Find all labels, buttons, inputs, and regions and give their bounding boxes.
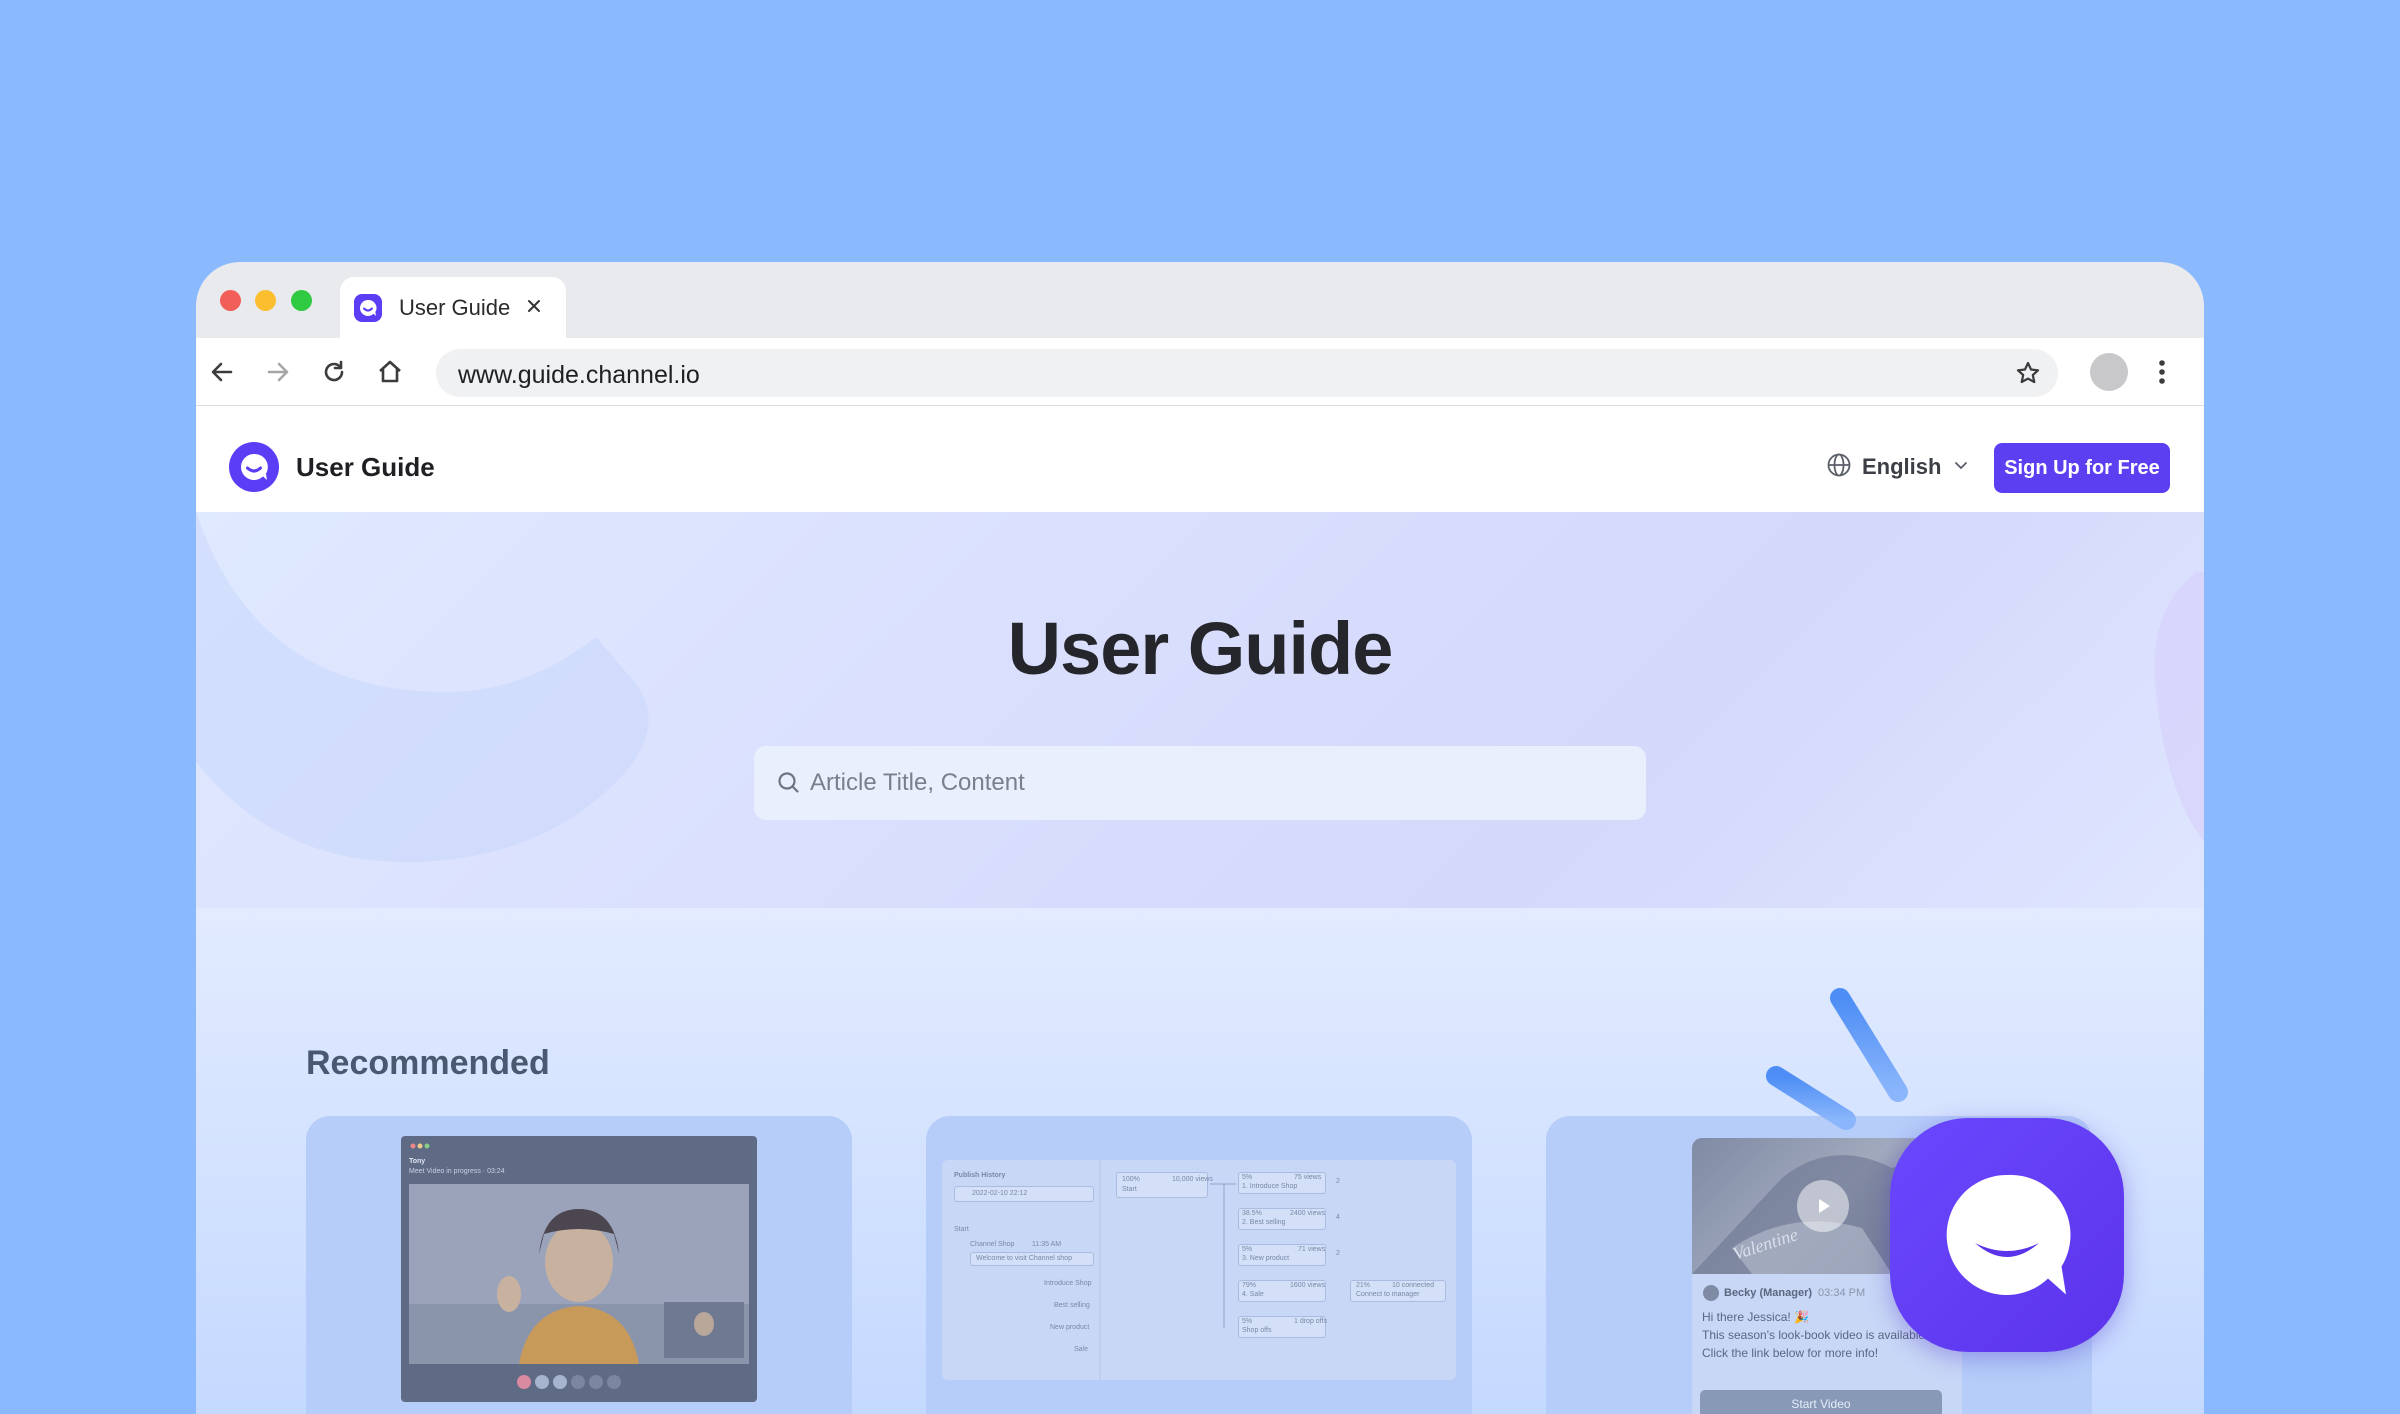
message-line-3: Click the link below for more info! — [1702, 1346, 1879, 1360]
hero-decoration — [196, 512, 2204, 862]
flow-node-3-pct: 5% — [1242, 1246, 1253, 1253]
flow-node-5-label: Shop offs — [1242, 1327, 1272, 1334]
recommended-title: Recommended — [306, 1044, 550, 1082]
support-bot-screenshot: Publish History 2022-02-10 22:12 Start C… — [942, 1160, 1456, 1380]
language-label: English — [1862, 454, 1942, 479]
flow-node-2-pct: 38.5% — [1242, 1210, 1262, 1217]
home-icon[interactable] — [374, 356, 406, 388]
star-icon[interactable] — [2014, 359, 2042, 387]
site-title[interactable]: User Guide — [296, 452, 435, 483]
connect-count: 10 connected — [1392, 1282, 1435, 1289]
start-video-button[interactable]: Start Video — [1700, 1390, 1942, 1414]
recommended-card-video-call[interactable]: Tony Meet Video in progress · 03:24 — [306, 1116, 852, 1414]
caller-name: Tony — [409, 1158, 426, 1165]
video-frame — [409, 1184, 749, 1364]
connect-label: Connect to manager — [1356, 1291, 1420, 1298]
search-box[interactable] — [754, 746, 1646, 820]
language-selector[interactable]: English — [1826, 450, 1969, 484]
hero-title: User Guide — [1007, 607, 1394, 690]
flow-count-1: 2 — [1336, 1178, 1340, 1185]
back-arrow-icon[interactable] — [206, 356, 238, 388]
forward-arrow-icon[interactable] — [262, 356, 294, 388]
flow-start-pct: 100% — [1122, 1176, 1140, 1183]
minimize-window-button[interactable] — [255, 290, 276, 311]
manager-avatar — [1703, 1285, 1719, 1301]
tab-bar: User Guide — [196, 262, 2204, 338]
message-sender: Becky (Manager) 03:34 PM — [1724, 1287, 1866, 1299]
globe-icon — [1826, 452, 1852, 483]
reload-icon[interactable] — [318, 356, 350, 388]
kebab-icon[interactable] — [2152, 356, 2172, 388]
flow-node-4-pct: 79% — [1242, 1282, 1257, 1289]
connect-pct: 21% — [1356, 1282, 1371, 1289]
search-input[interactable] — [810, 746, 1610, 820]
flow-node-1-pct: 5% — [1242, 1174, 1253, 1181]
flow-count-2: 4 — [1336, 1214, 1340, 1221]
flow-node-1-label: 1. Introduce Shop — [1242, 1183, 1298, 1190]
play-icon[interactable] — [1797, 1180, 1849, 1232]
flow-node-2-views: 2400 views — [1290, 1210, 1326, 1217]
flow-node-4-label: 4. Sale — [1242, 1291, 1264, 1298]
url-text: www.guide.channel.io — [458, 361, 700, 389]
close-icon[interactable] — [522, 294, 546, 318]
channel-app-icon[interactable] — [1890, 1118, 2124, 1352]
caller-sub: Meet Video in progress · 03:24 — [409, 1168, 505, 1175]
flow-node-4-views: 1600 views — [1290, 1282, 1326, 1289]
flow-start-label: Start — [1122, 1186, 1137, 1193]
maximize-window-button[interactable] — [291, 290, 312, 311]
message-line-1: Hi there Jessica! 🎉 — [1702, 1310, 1809, 1324]
site-header: User Guide English Sign Up for Free — [196, 406, 2204, 512]
flow-node-3-views: 71 views — [1298, 1246, 1326, 1253]
address-bar[interactable]: www.guide.channel.io — [436, 349, 2058, 397]
flow-node-1-views: 75 views — [1294, 1174, 1322, 1181]
channel-logo-icon[interactable] — [229, 442, 279, 492]
flow-node-2-label: 2. Best selling — [1242, 1219, 1286, 1226]
search-icon — [776, 770, 802, 801]
video-call-screenshot: Tony Meet Video in progress · 03:24 — [401, 1136, 757, 1402]
flow-start-views: 10,000 views — [1172, 1176, 1213, 1183]
profile-avatar[interactable] — [2090, 353, 2128, 391]
call-controls — [517, 1375, 621, 1389]
flow-node-5-pct: 5% — [1242, 1318, 1253, 1325]
close-window-button[interactable] — [220, 290, 241, 311]
recommended-card-support-bot[interactable]: Publish History 2022-02-10 22:12 Start C… — [926, 1116, 1472, 1414]
flow-node-3-label: 3. New product — [1242, 1255, 1290, 1262]
browser-tab[interactable]: User Guide — [340, 277, 566, 338]
channel-logo-icon — [354, 293, 382, 322]
flow-node-5-views: 1 drop offs — [1294, 1318, 1327, 1325]
sign-up-button[interactable]: Sign Up for Free — [1994, 443, 2170, 493]
tab-title: User Guide — [399, 294, 511, 320]
browser-toolbar: www.guide.channel.io — [196, 338, 2204, 406]
hero-section: User Guide — [196, 512, 2204, 908]
message-line-2: This season's look-book video is availab… — [1702, 1328, 1926, 1342]
chevron-down-icon — [1953, 457, 1969, 478]
flow-count-3: 2 — [1336, 1250, 1340, 1257]
